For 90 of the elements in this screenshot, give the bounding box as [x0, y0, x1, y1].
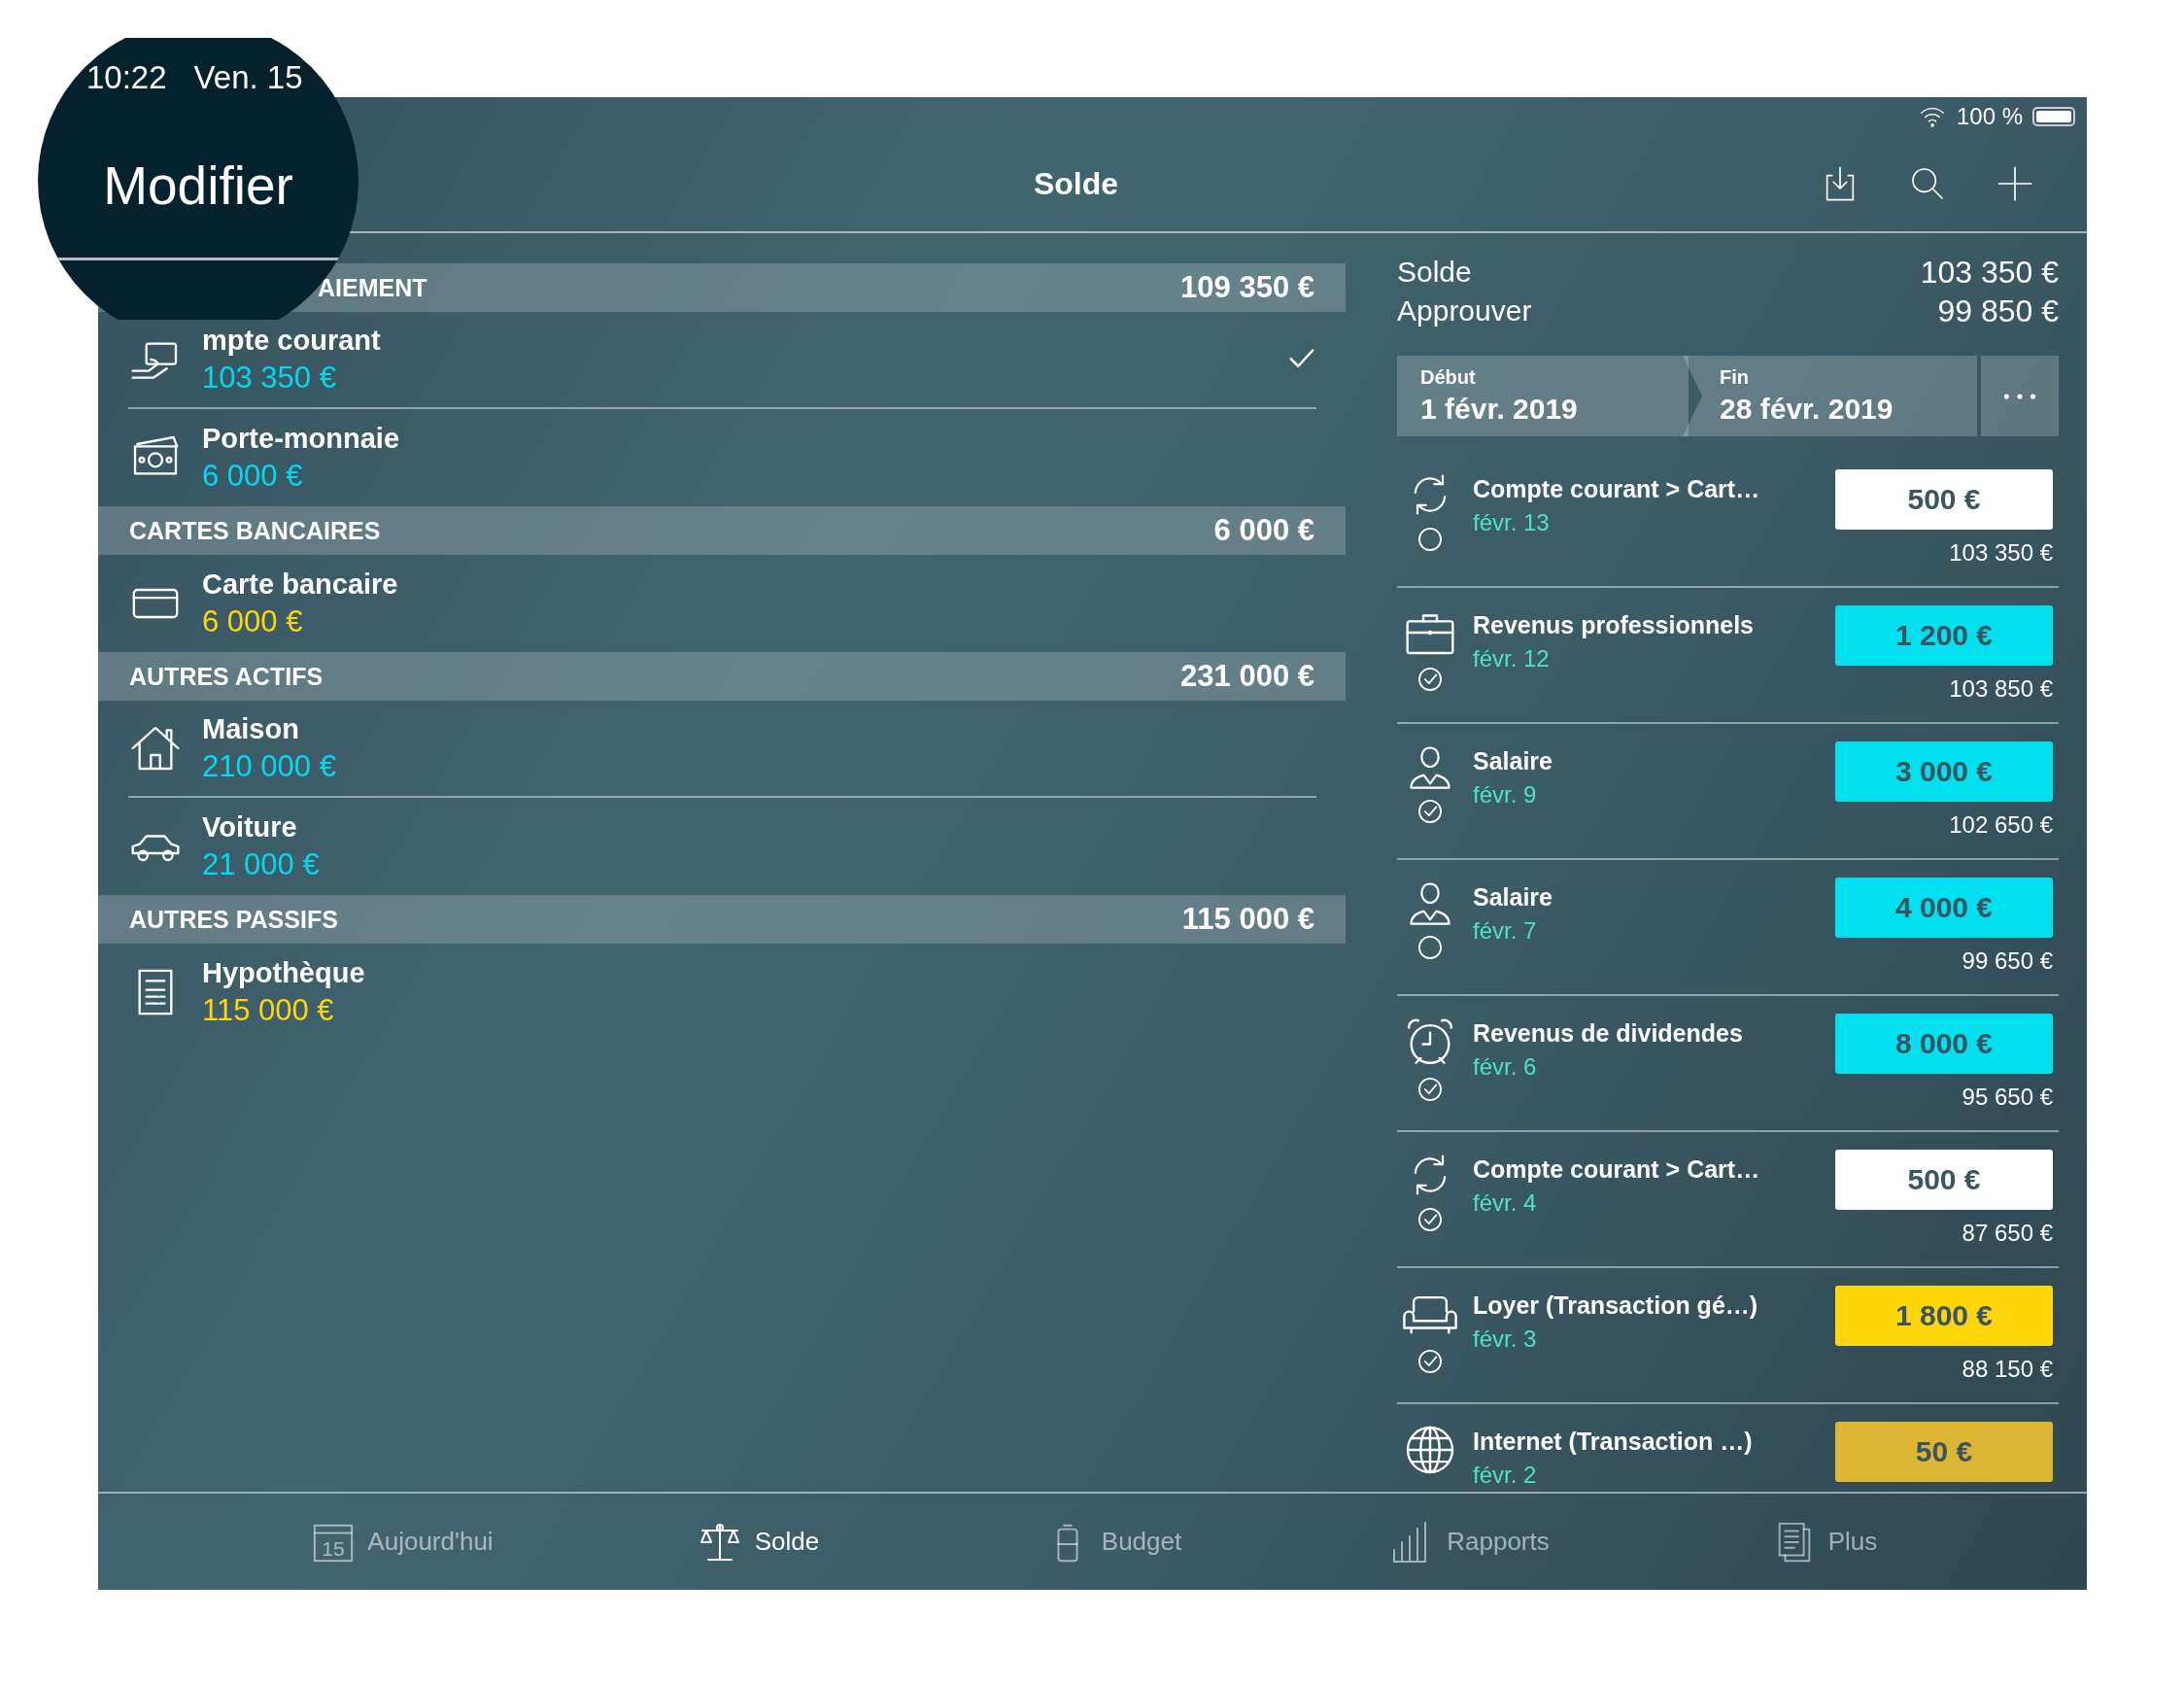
- account-amount: 103 350 €: [202, 360, 337, 396]
- transaction-row[interactable]: Loyer (Transaction gé…) févr. 3 1 800 € 88 150 €: [1397, 1268, 2059, 1404]
- section-total: 115 000 €: [1181, 902, 1314, 937]
- running-balance: 103 350 €: [1948, 539, 2053, 567]
- amount-chip: 500 €: [1835, 469, 2053, 530]
- account-name: Carte bancaire: [202, 568, 399, 601]
- running-balance: 87 650 €: [1961, 1220, 2053, 1247]
- running-balance: 103 850 €: [1948, 675, 2053, 703]
- account-name: Maison: [202, 712, 300, 745]
- section-total: 109 350 €: [1180, 270, 1314, 305]
- check-circle-icon: [1416, 1348, 1444, 1375]
- amount-chip: 500 €: [1835, 1150, 2053, 1210]
- account-amount: 6 000 €: [202, 458, 304, 494]
- account-name: Porte-monnaie: [202, 422, 401, 455]
- check-circle-icon: [1416, 1206, 1444, 1233]
- tab-item[interactable]: Rapports: [1291, 1494, 1647, 1590]
- account-amount: 21 000 €: [202, 846, 321, 882]
- status-date: Ven. 15: [193, 59, 303, 96]
- summary-label: Solde: [1397, 255, 1472, 290]
- amount-chip: 1 200 €: [1835, 605, 2053, 666]
- check-circle-icon: [1416, 798, 1444, 825]
- transaction-name: Salaire: [1473, 883, 1553, 912]
- amount-chip: 1 800 €: [1835, 1286, 2053, 1346]
- amount-chip: 4 000 €: [1835, 878, 2053, 938]
- section-title: AUTRES PASSIFS: [129, 905, 338, 934]
- amount-chip: 8 000 €: [1835, 1014, 2053, 1074]
- transaction-name: Internet (Transaction …): [1473, 1428, 1754, 1456]
- summary-label: Approuver: [1397, 293, 1532, 328]
- transaction-name: Salaire: [1473, 747, 1553, 775]
- running-balance: 102 650 €: [1948, 811, 2053, 839]
- plus-icon: [1996, 164, 2034, 203]
- running-balance: 95 650 €: [1961, 1084, 2053, 1111]
- account-name: Hypothèque: [202, 956, 366, 989]
- summary-value: 99 850 €: [1937, 293, 2059, 330]
- transaction-date: févr. 3: [1473, 1326, 1538, 1353]
- end-date-button[interactable]: Fin 28 févr. 2019: [1683, 356, 1977, 436]
- check-circle-icon: [1416, 666, 1444, 693]
- running-balance: 99 650 €: [1961, 947, 2053, 975]
- more-icon: [2003, 392, 2036, 400]
- status-time: 10:22: [86, 59, 167, 96]
- transaction-row[interactable]: Revenus professionnels févr. 12 1 200 € 103 850 €: [1397, 588, 2059, 724]
- section-title: AIEMENT: [318, 273, 427, 302]
- tab-item[interactable]: Solde: [580, 1494, 936, 1590]
- battery-icon: [2032, 107, 2075, 126]
- transaction-name: Compte courant > Cart…: [1473, 1155, 1761, 1184]
- transaction-row[interactable]: Compte courant > Cart… févr. 13 500 € 103 350 €: [1397, 452, 2059, 588]
- section-title: CARTES BANCAIRES: [129, 516, 381, 545]
- running-balance: 88 150 €: [1961, 1356, 2053, 1383]
- transaction-date: févr. 9: [1473, 781, 1538, 809]
- transaction-date: févr. 12: [1473, 645, 1551, 672]
- transaction-date: févr. 7: [1473, 917, 1538, 945]
- account-name: Voiture: [202, 810, 298, 844]
- circle-icon: [1416, 526, 1444, 553]
- edit-button[interactable]: Modifier: [38, 155, 358, 217]
- summary-value: 103 350 €: [1920, 254, 2059, 292]
- battery-percent: 100 %: [1956, 103, 2023, 130]
- account-row[interactable]: Carte bancaire 6 000 €: [128, 555, 1316, 652]
- account-row[interactable]: Hypothèque 115 000 €: [128, 944, 1316, 1041]
- calendar-day: 15: [322, 1536, 346, 1560]
- transaction-row[interactable]: Compte courant > Cart… févr. 4 500 € 87 650 €: [1397, 1132, 2059, 1268]
- account-name: mpte courant: [202, 324, 382, 357]
- transaction-date: févr. 2: [1473, 1462, 1538, 1489]
- circle-icon: [1416, 934, 1444, 961]
- tab-item[interactable]: Plus: [1647, 1494, 2002, 1590]
- check-circle-icon: [1416, 1076, 1444, 1103]
- transaction-row[interactable]: Salaire févr. 7 4 000 € 99 650 €: [1397, 860, 2059, 996]
- account-amount: 6 000 €: [202, 603, 304, 639]
- section-total: 231 000 €: [1180, 659, 1314, 694]
- transaction-row[interactable]: Revenus de dividendes févr. 6 8 000 € 95 650 €: [1397, 996, 2059, 1132]
- transaction-name: Compte courant > Cart…: [1473, 475, 1761, 503]
- account-amount: 210 000 €: [202, 748, 337, 784]
- transaction-date: févr. 4: [1473, 1189, 1538, 1217]
- transaction-date: févr. 13: [1473, 509, 1551, 536]
- section-title: AUTRES ACTIFS: [129, 662, 324, 691]
- account-row[interactable]: Voiture 21 000 €: [128, 798, 1316, 895]
- transaction-name: Revenus professionnels: [1473, 611, 1755, 639]
- nav-title: Solde: [1033, 165, 1119, 201]
- account-amount: 115 000 €: [202, 992, 335, 1028]
- transaction-date: févr. 6: [1473, 1053, 1538, 1081]
- start-date-button[interactable]: Début 1 févr. 2019: [1397, 356, 1689, 436]
- transaction-row[interactable]: Internet (Transaction …) févr. 2 50 €: [1397, 1404, 2059, 1492]
- amount-chip: 50 €: [1835, 1422, 2053, 1482]
- amount-chip: 3 000 €: [1835, 741, 2053, 802]
- section-total: 6 000 €: [1213, 513, 1314, 548]
- transaction-name: Loyer (Transaction gé…): [1473, 1291, 1759, 1320]
- transaction-row[interactable]: Salaire févr. 9 3 000 € 102 650 €: [1397, 724, 2059, 860]
- account-row[interactable]: Maison 210 000 €: [128, 701, 1316, 798]
- add-button[interactable]: [1996, 164, 2034, 203]
- transaction-name: Revenus de dividendes: [1473, 1019, 1744, 1048]
- account-row[interactable]: Porte-monnaie 6 000 €: [128, 409, 1316, 506]
